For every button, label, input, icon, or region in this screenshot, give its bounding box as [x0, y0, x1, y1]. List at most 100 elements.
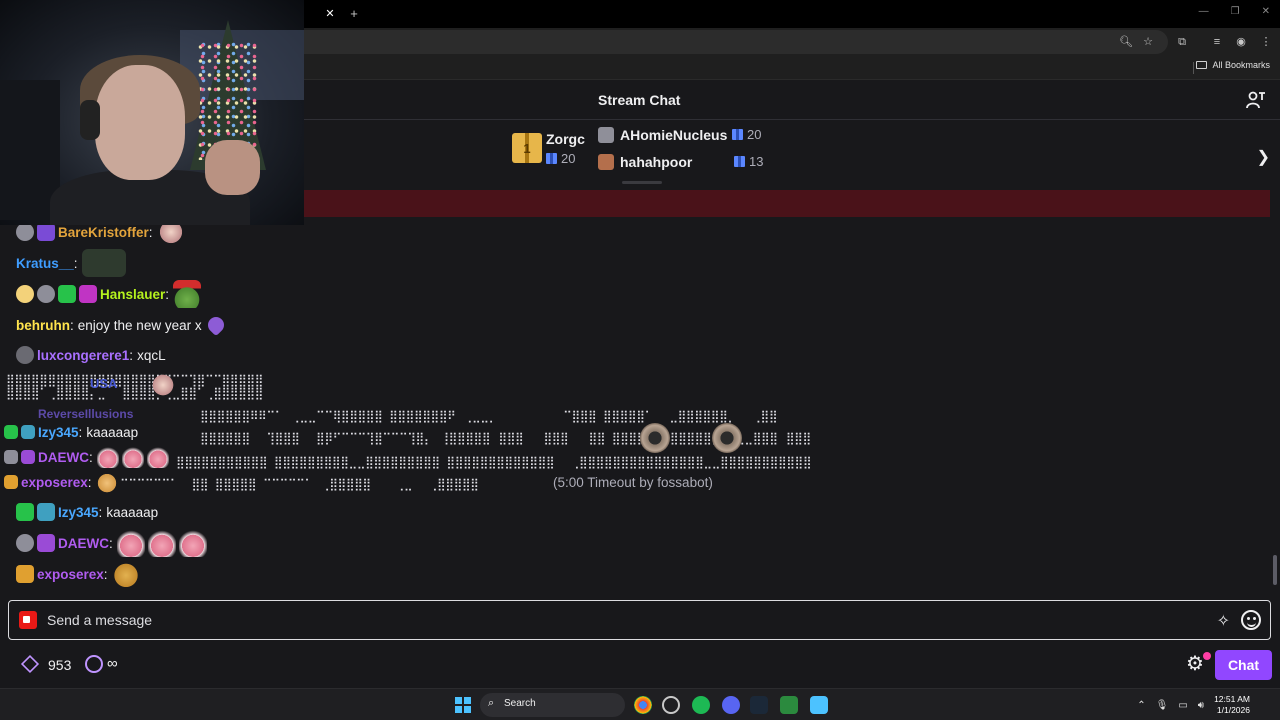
chat-colon: : — [98, 504, 103, 520]
emote-image[interactable] — [150, 372, 176, 398]
chat-username[interactable]: USA — [90, 376, 117, 391]
close-tab-icon[interactable]: ✕ — [322, 6, 338, 22]
chat-username[interactable]: exposerex — [37, 567, 104, 582]
all-bookmarks-button[interactable]: All Bookmarks — [1196, 60, 1270, 70]
tray-chevron-icon[interactable]: ⌃ — [1137, 700, 1145, 711]
alert-banner — [304, 190, 1270, 217]
spotify-icon[interactable] — [692, 696, 710, 714]
streamer-hand — [205, 140, 260, 195]
folder-icon — [1196, 61, 1208, 69]
new-tab-icon[interactable]: + — [346, 6, 362, 22]
chat-input[interactable] — [47, 609, 1197, 631]
emote-image[interactable] — [178, 529, 207, 557]
chat-send-button[interactable]: Chat — [1215, 650, 1272, 680]
address-bar[interactable] — [290, 30, 1168, 54]
chat-username[interactable]: Izy345 — [58, 505, 99, 520]
leaderboard-entry-count: 13 — [734, 154, 763, 169]
cheer-icon[interactable]: ✧ — [1217, 611, 1230, 631]
extensions-icon[interactable]: ⧉ — [1174, 34, 1190, 50]
heart-badge-icon — [58, 285, 76, 303]
zoom-icon[interactable]: 🔍︎ — [1118, 34, 1134, 50]
media-icon[interactable]: ≡ — [1209, 34, 1225, 50]
channel-points-icon[interactable] — [20, 654, 40, 674]
emote-picker-icon[interactable] — [1241, 610, 1261, 630]
timeout-notice: (5:00 Timeout by fossabot) — [553, 475, 713, 490]
all-bookmarks-label: All Bookmarks — [1212, 60, 1270, 70]
app-icon[interactable] — [780, 696, 798, 714]
chat-username[interactable]: behruhn — [16, 318, 70, 333]
chat-messages: BareKristoffer: Kratus__: Hanslauer: beh… — [0, 218, 1270, 592]
chat-text: kaaaaap — [86, 424, 139, 440]
chat-header: Stream Chat — [304, 80, 1280, 120]
microphone-icon[interactable]: 🎙︎ — [1156, 700, 1169, 711]
chat-username[interactable]: BareKristoffer — [58, 225, 149, 240]
user-badge-icon — [16, 346, 34, 364]
profile-avatar-icon[interactable]: ◉ — [1233, 34, 1249, 50]
badge-icon — [21, 450, 35, 464]
badge-icon — [16, 503, 34, 521]
badge-icon — [37, 534, 55, 552]
chrome-icon[interactable] — [634, 696, 652, 714]
chat-text: xqcL — [137, 347, 166, 363]
leaderboard-entry-count: 20 — [732, 127, 761, 142]
leaderboard-top-name[interactable]: Zorgc — [546, 131, 585, 147]
chat-username[interactable]: Hanslauer — [100, 287, 165, 302]
badge-icon — [4, 450, 18, 464]
scrollbar-thumb[interactable] — [1273, 555, 1277, 585]
steam-icon[interactable] — [750, 696, 768, 714]
taskbar-clock[interactable]: 12:51 AM 1/1/2026 — [1214, 694, 1250, 716]
display-icon[interactable]: ▭ — [1178, 700, 1187, 711]
channel-points-value[interactable]: 953 — [48, 657, 71, 673]
system-tray: ⌃ 🎙︎ ▭ 🔊︎ 12:51 AM 1/1/2026 — [1137, 689, 1280, 720]
chat-username[interactable]: exposerex — [21, 475, 88, 490]
chat-text: enjoy the new year x — [77, 317, 202, 333]
chat-username[interactable]: Kratus__ — [16, 256, 74, 271]
discord-icon[interactable] — [722, 696, 740, 714]
emote-image[interactable] — [81, 249, 126, 277]
emote-image[interactable] — [116, 529, 145, 557]
minimize-icon[interactable]: — — [1199, 6, 1209, 17]
notepad-icon[interactable] — [810, 696, 828, 714]
leaderboard-top-count: 20 — [546, 151, 575, 166]
chat-username[interactable]: Izy345 — [38, 425, 79, 440]
chat-username[interactable]: ReverseIllusions — [38, 407, 133, 421]
video-icon[interactable] — [19, 611, 37, 629]
community-users-icon[interactable] — [1246, 91, 1266, 109]
emote-image[interactable] — [111, 560, 140, 588]
notification-dot — [1203, 652, 1211, 660]
webcam-overlay — [0, 0, 304, 225]
emote-image[interactable] — [95, 471, 118, 493]
ascii-spam-line: ⣿⣿⣿⣿⣿⣿⠿⠿⠉⠁⠀⢀⣀⣀⠉⠉⢿⣿⣿⣿⣿⣿ ⣿⣿⣿⣿⣿⣿⣿⠟⠀⢀⣀⣀⡀⠀⠀⠀⠀… — [200, 409, 778, 423]
volume-icon[interactable]: 🔊︎ — [1198, 700, 1204, 711]
chat-username[interactable]: DAEWC — [38, 450, 89, 465]
maximize-icon[interactable]: ❐ — [1231, 6, 1240, 17]
top-rank-number: 1 — [523, 141, 531, 156]
bookmark-star-icon[interactable]: ☆ — [1140, 34, 1156, 50]
ascii-spam-line: ⣿⣿⣿⣿⣿⣿⣿⣿⣿⣿⣿⣿⣿⣿⣿⣿⣿⣿⣿⣿⠉⠉⢹⣿⠉⠉⣿⣿⣿⣿⣿ ⣿⣿⣿⣿⠁⢀⣿⣿… — [6, 373, 263, 400]
crown-badge-icon — [16, 285, 34, 303]
gear-icon[interactable]: ⚙ — [1185, 654, 1205, 674]
gift-icon — [546, 153, 557, 164]
chat-message: Kratus__: — [16, 249, 129, 277]
browser-menu-icon[interactable]: ⋮ — [1258, 34, 1274, 50]
streamer-face — [95, 65, 185, 180]
leaderboard-entry-name[interactable]: hahahpoor — [620, 154, 692, 170]
chat-username[interactable]: DAEWC — [58, 536, 109, 551]
emote-image[interactable] — [96, 446, 119, 468]
obs-icon[interactable] — [662, 696, 680, 714]
chat-scrollbar[interactable] — [1272, 190, 1278, 590]
emote-image[interactable] — [173, 280, 202, 308]
ascii-spam-line: ⣿⣿⣿⣿⣿⣿⣿⣿⣿⣿⣿ ⣿⣿⣿⣿⣿⣿⣿⣿⣿⣀⣀⣿⣿⣿⣿⣿⣿⣿⣿⣿ ⣿⣿⣿⣿⣿⣿⣿… — [176, 455, 812, 469]
chat-colon: : — [89, 449, 93, 465]
chat-message: exposerex: — [16, 560, 143, 588]
user-badge-icon — [37, 285, 55, 303]
emote-image[interactable] — [147, 529, 176, 557]
leaderboard-entry-name[interactable]: AHomieNucleus — [620, 127, 727, 143]
window-close-icon[interactable]: ✕ — [1262, 6, 1270, 17]
taskbar-search[interactable]: ⌕ Search — [480, 693, 625, 717]
emote-image[interactable] — [121, 446, 144, 468]
chevron-right-icon[interactable]: ❯ — [1257, 147, 1270, 167]
chat-username[interactable]: luxcongerere1 — [37, 348, 129, 363]
emote-image[interactable] — [146, 446, 169, 468]
windows-start-icon[interactable] — [455, 697, 471, 713]
